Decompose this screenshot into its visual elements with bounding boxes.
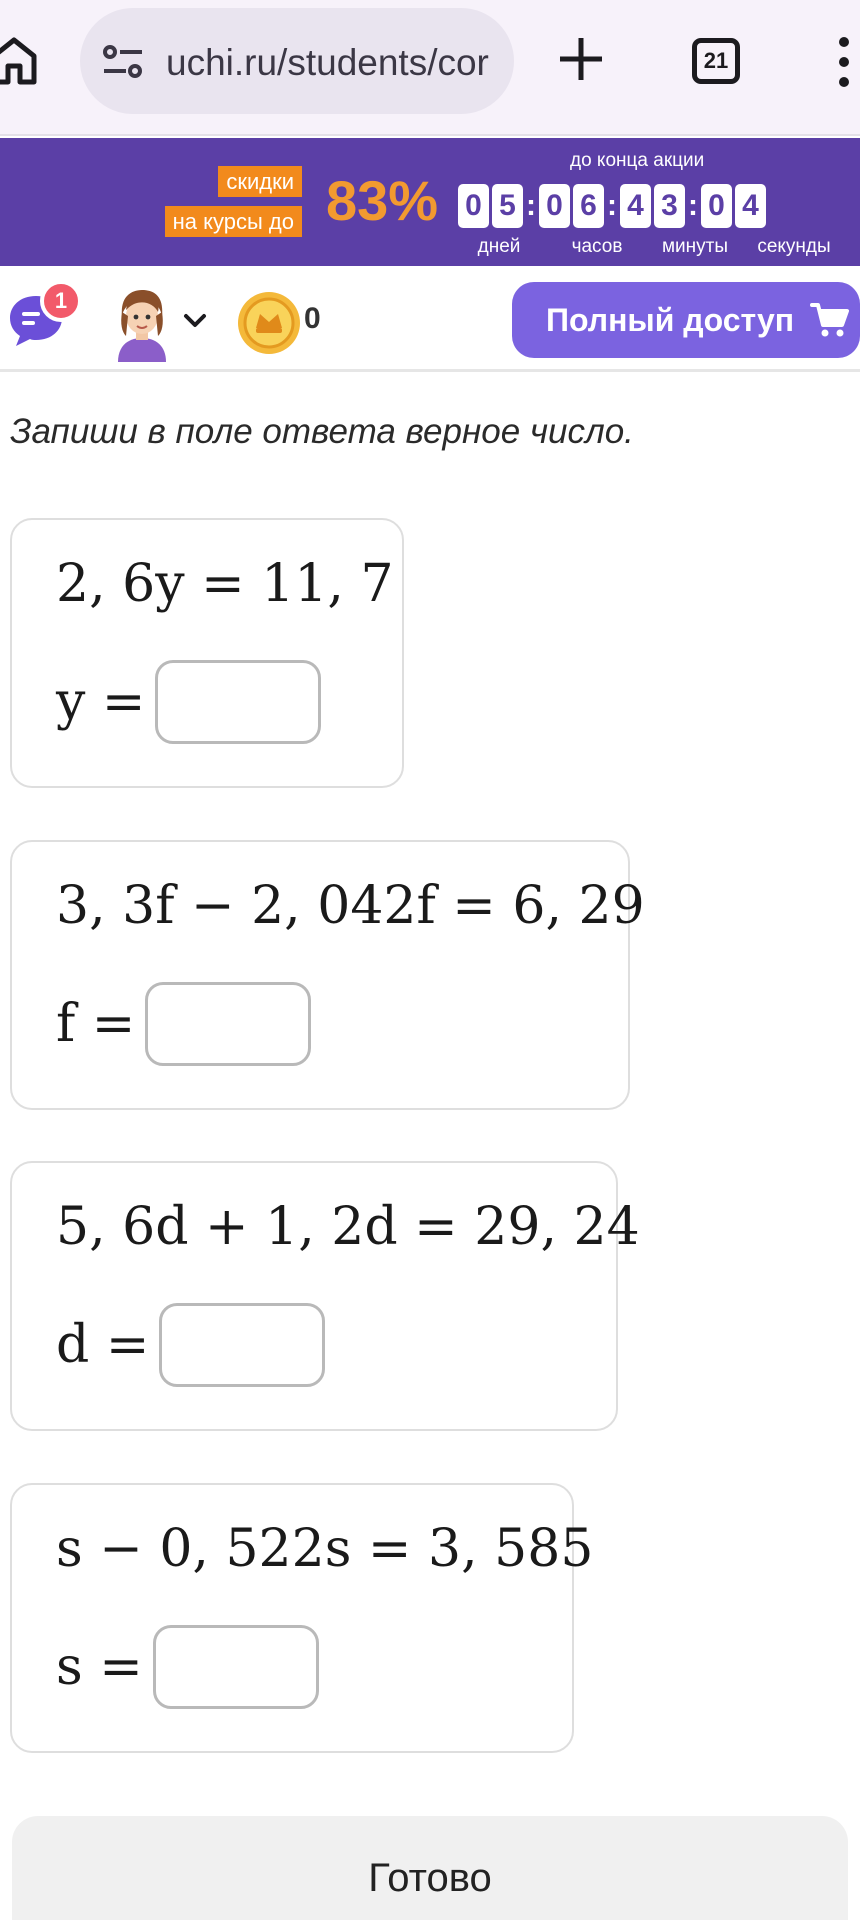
- timer-seconds-digit: 4: [735, 184, 766, 228]
- more-vert-icon[interactable]: [832, 36, 856, 88]
- coin-count: 0: [304, 302, 321, 335]
- site-header: 1 0 Полный доступ: [0, 266, 860, 372]
- tab-count: 21: [703, 48, 729, 73]
- answer-row: f =: [56, 982, 312, 1066]
- variable-label: f =: [56, 994, 136, 1054]
- full-access-button[interactable]: Полный доступ: [512, 282, 860, 358]
- answer-row: d =: [56, 1303, 326, 1387]
- timer-unit-days: дней: [477, 236, 521, 257]
- timer-unit-seconds: секунды: [757, 236, 831, 257]
- avatar[interactable]: [110, 286, 174, 362]
- promo-until-label: до конца акции: [570, 150, 705, 171]
- problem-card-2: 3, 3f − 2, 042f = 6, 29 f =: [10, 840, 645, 1110]
- promo-tag-discounts: скидки: [218, 166, 302, 197]
- timer-unit-minutes: минуты: [661, 236, 729, 257]
- problem-card-1: 2, 6y = 11, 7 y =: [10, 518, 404, 788]
- problem-card-3: 5, 6d + 1, 2d = 29, 24 d =: [10, 1161, 640, 1431]
- chevron-down-icon[interactable]: [182, 310, 208, 332]
- home-icon[interactable]: [0, 30, 44, 90]
- tab-switcher-icon[interactable]: 21: [692, 38, 740, 84]
- equation-text: 3, 3f − 2, 042f = 6, 29: [56, 876, 645, 936]
- equation-text: s − 0, 522s = 3, 585: [56, 1519, 594, 1579]
- variable-label: y =: [56, 672, 146, 732]
- timer-minutes-digit: 3: [654, 184, 685, 228]
- answer-input-3[interactable]: [159, 1303, 326, 1387]
- notification-badge[interactable]: 1: [40, 280, 82, 322]
- site-settings-icon[interactable]: [102, 44, 144, 80]
- promo-percent: 83%: [326, 169, 439, 232]
- answer-row: y =: [56, 660, 322, 744]
- timer-days-digit: 5: [492, 184, 523, 228]
- promo-tag-courses: на курсы до: [164, 206, 302, 237]
- add-tab-icon[interactable]: [556, 34, 606, 84]
- url-text[interactable]: uchi.ru/students/cor: [166, 42, 496, 84]
- promo-banner[interactable]: скидки на курсы до 83% до конца акции 0 …: [0, 138, 860, 266]
- variable-label: s =: [56, 1637, 143, 1697]
- problem-card-4: s − 0, 522s = 3, 585 s =: [10, 1483, 593, 1753]
- coin-icon[interactable]: [236, 290, 302, 356]
- answer-row: s =: [56, 1625, 319, 1709]
- equation-text: 2, 6y = 11, 7: [56, 554, 394, 614]
- timer-hours-digit: 0: [539, 184, 570, 228]
- answer-input-1[interactable]: [155, 660, 322, 744]
- cart-icon: [810, 301, 850, 339]
- answer-input-2[interactable]: [145, 982, 312, 1066]
- timer-separator: :: [607, 189, 617, 222]
- task-instruction: Запиши в поле ответа верное число.: [10, 412, 634, 451]
- address-bar[interactable]: uchi.ru/students/cor: [80, 8, 514, 114]
- timer-days-digit: 0: [458, 184, 489, 228]
- done-label: Готово: [368, 1856, 492, 1900]
- answer-input-4[interactable]: [152, 1625, 319, 1709]
- timer-separator: :: [688, 189, 698, 222]
- full-access-label: Полный доступ: [546, 301, 795, 338]
- done-button[interactable]: Готово: [12, 1816, 848, 1920]
- timer-minutes-digit: 4: [620, 184, 651, 228]
- timer-separator: :: [526, 189, 536, 222]
- variable-label: d =: [56, 1315, 150, 1375]
- timer-seconds-digit: 0: [701, 184, 732, 228]
- equation-text: 5, 6d + 1, 2d = 29, 24: [56, 1197, 640, 1257]
- timer-unit-hours: часов: [571, 236, 623, 257]
- browser-toolbar: uchi.ru/students/cor 21: [0, 0, 860, 136]
- timer-hours-digit: 6: [573, 184, 604, 228]
- countdown-timer: 0 5 : 0 6 : 4 3 : 0 4: [458, 184, 769, 228]
